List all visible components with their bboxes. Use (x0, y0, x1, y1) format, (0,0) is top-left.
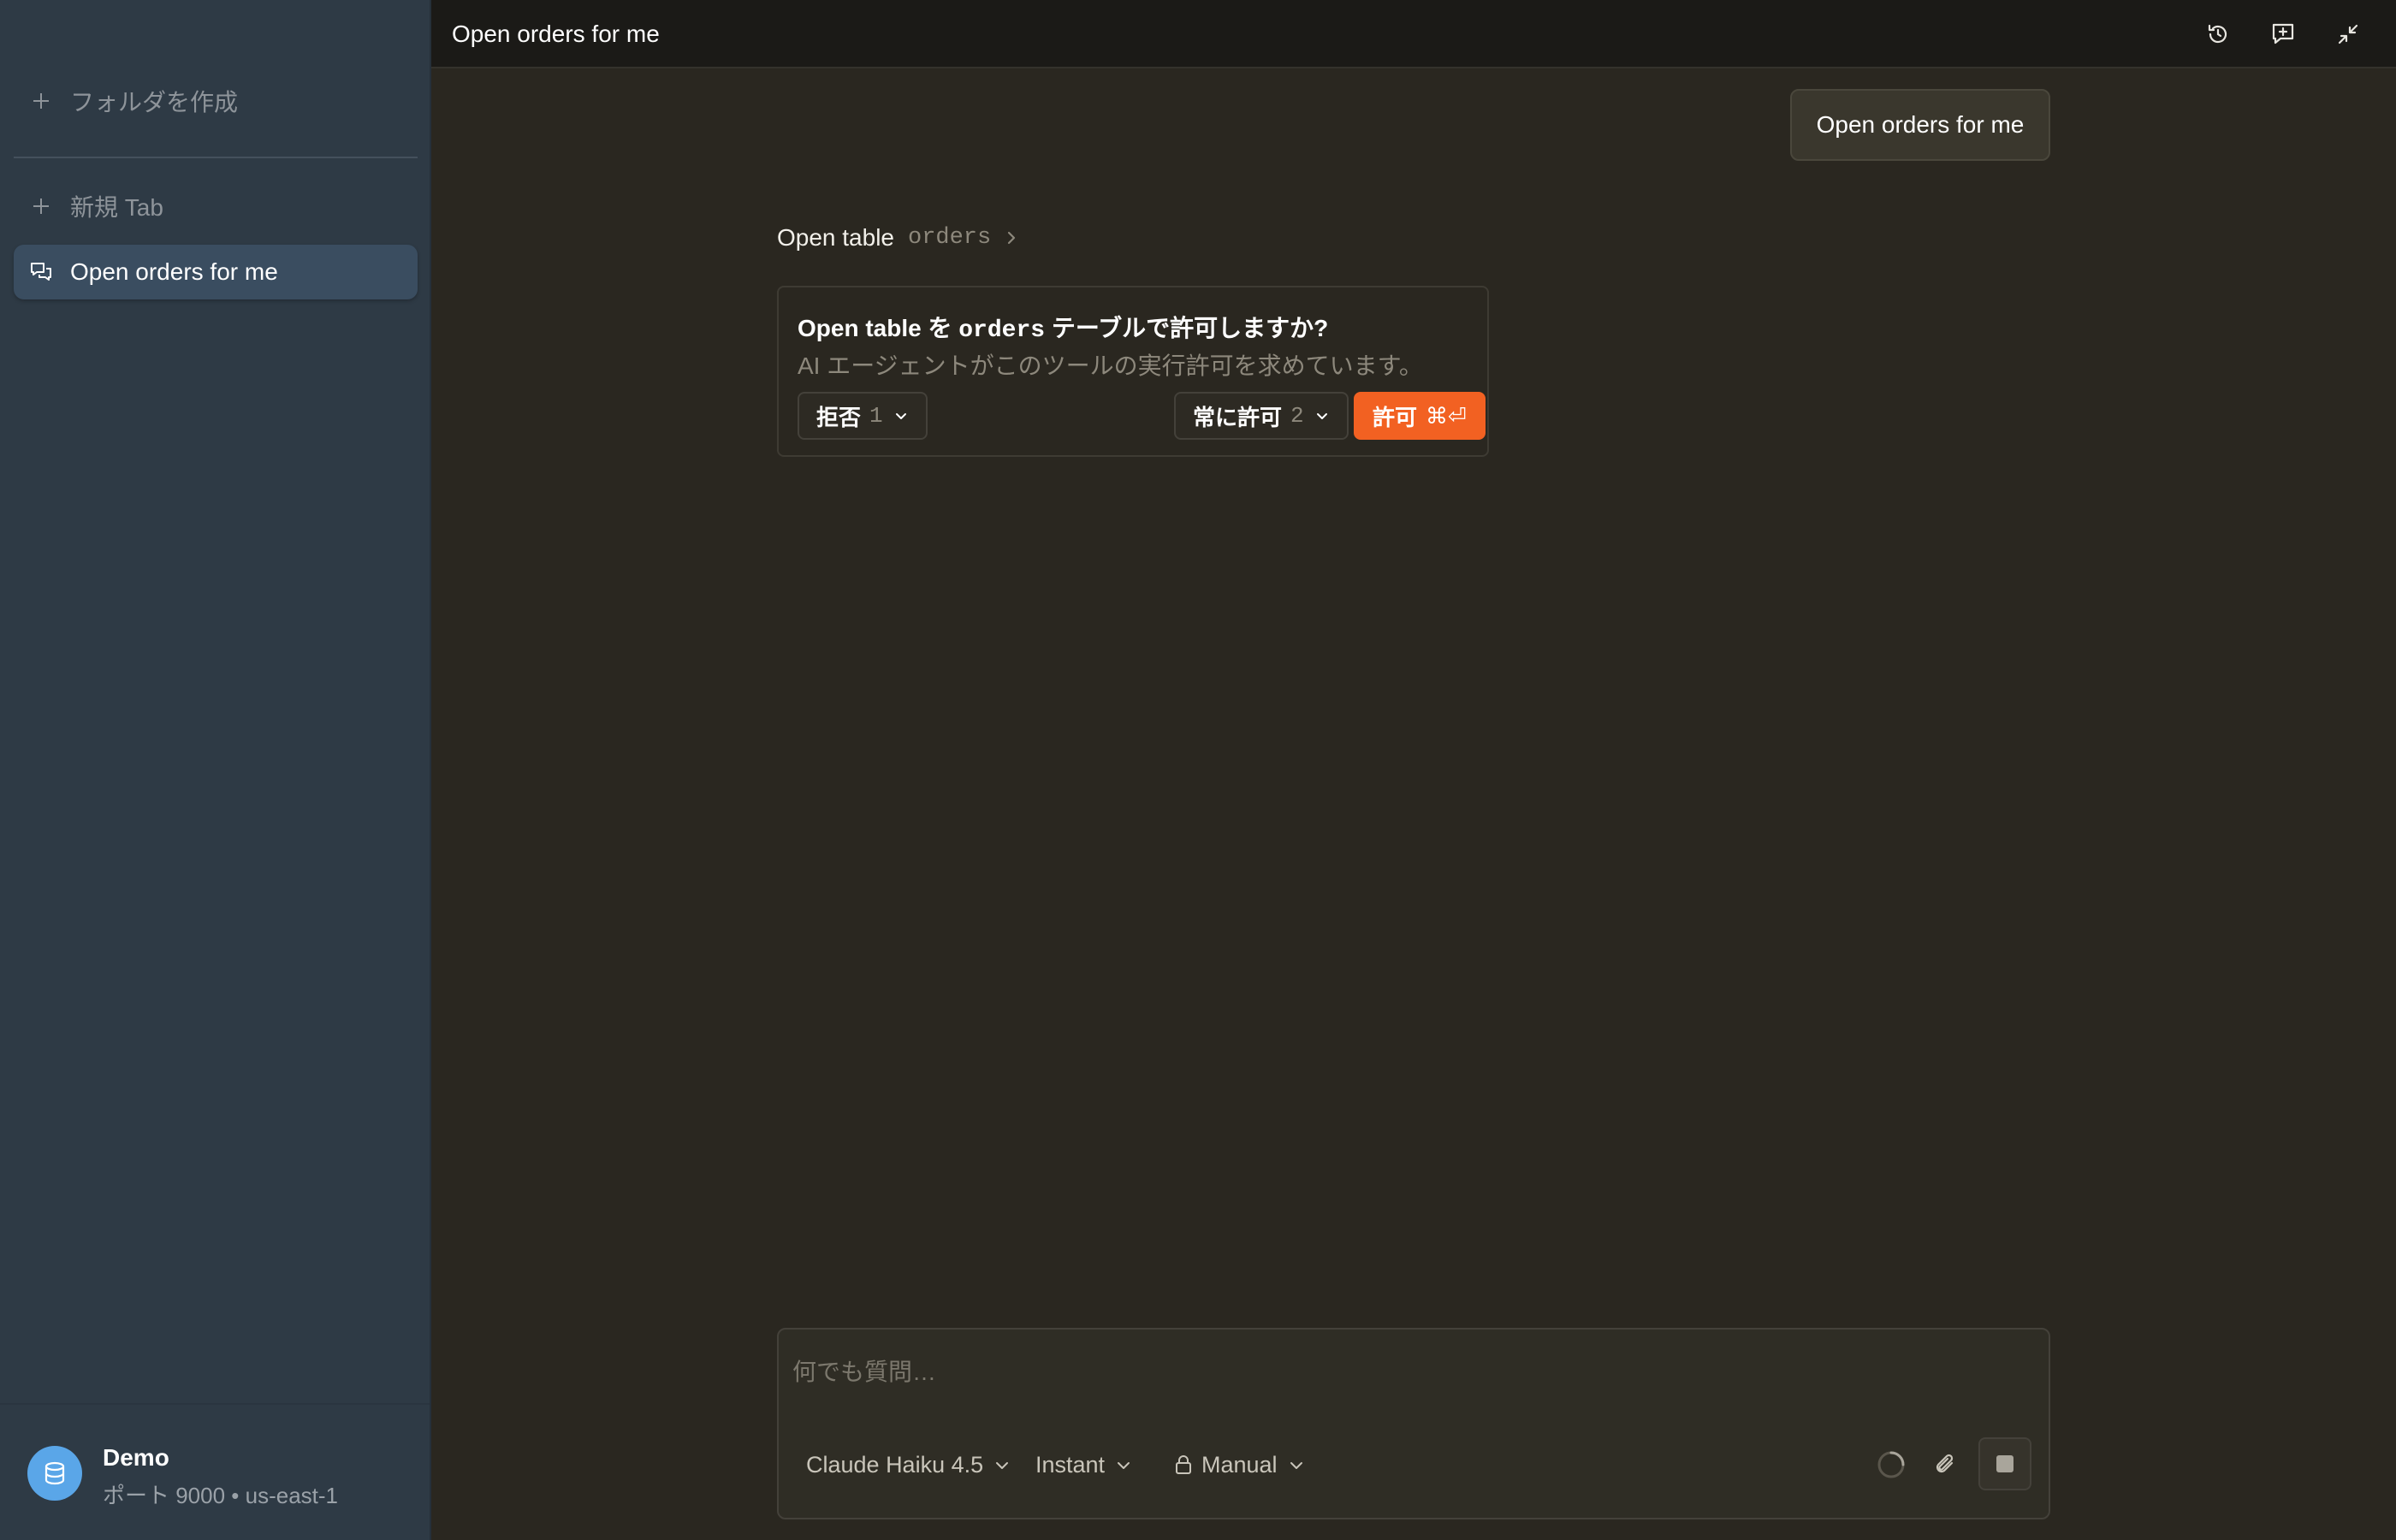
permission-title: Open table を orders テーブルで許可しますか? (798, 310, 1328, 344)
user-message-bubble: Open orders for me (1790, 89, 2050, 161)
chevron-down-icon (893, 408, 909, 424)
stop-icon (1996, 1455, 2013, 1472)
always-allow-shortcut: 2 (1290, 403, 1304, 429)
attach-button[interactable] (1927, 1446, 1965, 1484)
approval-selector[interactable]: Manual (1167, 1442, 1312, 1487)
collapse-icon (2338, 24, 2358, 44)
deny-label: 拒否 (816, 404, 862, 430)
message-input[interactable] (792, 1347, 2025, 1398)
tool-arg: orders (908, 225, 992, 251)
collapse-button[interactable] (2329, 15, 2367, 53)
account-name: Demo (103, 1444, 169, 1471)
tool-name: Open table (777, 224, 894, 251)
create-folder-button[interactable]: フォルダを作成 (14, 74, 418, 128)
allow-shortcut: ⌘⏎ (1426, 402, 1467, 429)
database-icon (44, 1461, 65, 1485)
allow-label: 許可 (1373, 404, 1418, 430)
sidebar: フォルダを作成 新規 Tab Open orders for me Demo ポ… (0, 0, 431, 1540)
history-button[interactable] (2199, 15, 2237, 53)
chevron-down-icon (1314, 408, 1330, 424)
mode-label: Instant (1035, 1451, 1106, 1478)
header: Open orders for me (431, 0, 2396, 68)
approval-label: Manual (1201, 1451, 1278, 1478)
permission-title-code: orders (958, 317, 1046, 344)
account-details: ポート 9000 • us-east-1 (103, 1483, 338, 1508)
chevron-down-icon (1288, 1456, 1305, 1473)
sidebar-item-conversation[interactable]: Open orders for me (14, 245, 418, 299)
tool-call-header[interactable]: Open table orders (777, 224, 1020, 252)
chevron-down-icon (993, 1456, 1011, 1473)
always-allow-label: 常に許可 (1193, 404, 1283, 430)
lock-icon (1174, 1454, 1193, 1475)
create-folder-label: フォルダを作成 (70, 89, 239, 116)
chevron-down-icon (1115, 1456, 1132, 1473)
permission-title-pre: Open table を (798, 315, 959, 341)
composer: Claude Haiku 4.5 Instant Manual (777, 1328, 2050, 1519)
sidebar-divider (14, 157, 418, 158)
new-tab-button[interactable]: 新規 Tab (14, 179, 418, 234)
new-chat-icon (2272, 23, 2294, 44)
plus-icon (29, 194, 53, 218)
chat-bubbles-icon (29, 260, 53, 284)
stop-button[interactable] (1978, 1437, 2031, 1490)
model-selector[interactable]: Claude Haiku 4.5 (799, 1442, 1017, 1487)
model-label: Claude Haiku 4.5 (806, 1451, 984, 1478)
permission-card: Open table を orders テーブルで許可しますか? AI エージェ… (777, 286, 1489, 457)
database-avatar (27, 1446, 82, 1501)
permission-title-post: テーブルで許可しますか? (1045, 315, 1329, 341)
chevron-right-icon (1003, 229, 1020, 246)
conversation-label: Open orders for me (70, 258, 278, 285)
new-chat-button[interactable] (2264, 15, 2302, 53)
always-allow-button[interactable]: 常に許可 2 (1174, 392, 1349, 440)
permission-description: AI エージェントがこのツールの実行許可を求めています。 (798, 352, 1423, 379)
account-panel[interactable]: Demo ポート 9000 • us-east-1 (0, 1403, 430, 1540)
deny-shortcut: 1 (869, 403, 883, 429)
paperclip-icon (1936, 1454, 1954, 1473)
user-message-text: Open orders for me (1816, 111, 2025, 138)
history-icon (2208, 24, 2227, 44)
allow-button[interactable]: 許可 ⌘⏎ (1354, 392, 1486, 440)
page-title: Open orders for me (452, 21, 660, 47)
mode-selector[interactable]: Instant (1029, 1442, 1139, 1487)
deny-button[interactable]: 拒否 1 (798, 392, 928, 440)
new-tab-label: 新規 Tab (70, 194, 163, 221)
loading-spinner-icon (1872, 1446, 1910, 1484)
plus-icon (29, 89, 53, 113)
